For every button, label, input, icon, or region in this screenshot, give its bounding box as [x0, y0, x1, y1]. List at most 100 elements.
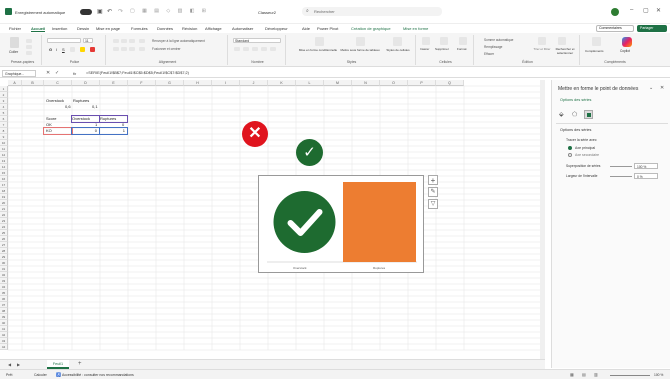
gap-width-input[interactable]: 0 %	[634, 173, 658, 179]
percent-icon[interactable]	[243, 47, 249, 51]
font-name-select[interactable]	[47, 38, 81, 43]
column-header-p[interactable]: P	[408, 80, 436, 86]
primary-axis-radio[interactable]	[568, 146, 572, 150]
orientation-icon[interactable]	[139, 39, 145, 43]
save-icon[interactable]: ▣	[97, 8, 103, 15]
zoom-slider[interactable]	[610, 375, 650, 376]
series-options-icon[interactable]	[584, 110, 593, 119]
quick-access-icons[interactable]: ▢ ▦ ▤ ◇ ▥ ◧ ⊞	[130, 8, 209, 14]
zoom-level[interactable]: 100 %	[654, 373, 663, 377]
copy-icon[interactable]	[26, 45, 32, 49]
paste-icon[interactable]	[10, 37, 19, 48]
copilot-icon[interactable]	[622, 37, 632, 47]
borders-icon[interactable]	[70, 47, 75, 52]
align-bottom-icon[interactable]	[129, 39, 135, 43]
underline-button[interactable]: S	[62, 47, 65, 52]
addins-icon[interactable]	[592, 37, 601, 46]
column-header-c[interactable]: C	[44, 80, 72, 86]
conditional-format-icon[interactable]	[315, 37, 324, 46]
column-header-m[interactable]: M	[324, 80, 352, 86]
chart-elements-button[interactable]: +	[428, 175, 438, 185]
account-avatar[interactable]	[611, 8, 619, 16]
increase-decimal-icon[interactable]	[261, 47, 267, 51]
enter-icon[interactable]: ✓	[55, 70, 59, 76]
share-button[interactable]: Partager	[637, 25, 667, 32]
merge-center-button[interactable]: Fusionner et centrer	[152, 47, 181, 51]
font-color-icon[interactable]	[90, 47, 95, 52]
conditional-format-button[interactable]: Mise en forme conditionnelle	[298, 48, 338, 53]
chart-object[interactable]: Overstock Ruptures	[258, 175, 424, 273]
tab-revision[interactable]: Révision	[182, 26, 197, 31]
format-cells-button[interactable]: Format	[457, 47, 467, 51]
delete-cells-icon[interactable]	[440, 37, 448, 45]
maximize-icon[interactable]: ▢	[643, 7, 649, 14]
wrap-text-button[interactable]: Renvoyer à la ligne automatiquement	[152, 39, 205, 43]
search-box[interactable]: ⌕ Rechercher	[302, 7, 442, 16]
copilot-button[interactable]: Copilot	[620, 49, 630, 53]
number-format-select[interactable]: Standard	[233, 38, 281, 43]
cut-icon[interactable]	[26, 39, 32, 43]
cancel-icon[interactable]: ✕	[46, 70, 50, 76]
redo-icon[interactable]: ↷	[118, 8, 123, 15]
tab-power-pivot[interactable]: Power Pivot	[317, 26, 338, 31]
next-sheet-icon[interactable]: ▶	[17, 362, 20, 367]
align-left-icon[interactable]	[113, 47, 119, 51]
fill-color-icon[interactable]	[80, 47, 85, 52]
column-header-l[interactable]: L	[296, 80, 324, 86]
series-options-heading[interactable]: Options des séries	[560, 128, 591, 132]
find-select-button[interactable]: Rechercher et sélectionner	[552, 47, 578, 55]
column-header-n[interactable]: N	[352, 80, 380, 86]
cell-styles-button[interactable]: Styles de cellules	[382, 48, 414, 53]
tab-automatiser[interactable]: Automatiser	[232, 26, 253, 31]
cell-d2[interactable]: Ruptures	[73, 98, 89, 104]
overstock-check-marker[interactable]	[273, 191, 336, 253]
align-right-icon[interactable]	[129, 47, 135, 51]
red-x-icon[interactable]: ✕	[242, 121, 268, 147]
currency-icon[interactable]	[234, 47, 240, 51]
tab-insertion[interactable]: Insertion	[52, 26, 67, 31]
overlap-input[interactable]: 100 %	[634, 163, 658, 169]
page-break-icon[interactable]: ▥	[594, 372, 598, 377]
cell-d3[interactable]: 0,1	[92, 104, 98, 110]
spreadsheet-grid[interactable]: ABCDEFGHIJKLMNOPQ 1 2 3 4 5 6 7 8 9 10 11 12 13 14 15 1…	[0, 80, 545, 365]
tab-formules[interactable]: Formules	[131, 26, 148, 31]
vertical-scrollbar[interactable]	[540, 80, 545, 360]
tab-fichier[interactable]: Fichier	[9, 26, 21, 31]
format-cells-icon[interactable]	[459, 37, 467, 45]
align-top-icon[interactable]	[113, 39, 119, 43]
comments-button[interactable]: Commentaires	[596, 25, 634, 32]
close-icon[interactable]: ✕	[656, 7, 661, 14]
tab-accueil[interactable]: Accueil	[31, 26, 46, 32]
accessibility-icon[interactable]: ♿	[56, 372, 61, 377]
cell-c3[interactable]: 0,6	[65, 104, 71, 110]
pane-close-icon[interactable]: ✕	[660, 85, 664, 91]
row-header-44[interactable]: 44	[0, 344, 8, 350]
column-header-e[interactable]: E	[100, 80, 128, 86]
addins-button[interactable]: Compléments	[585, 49, 604, 53]
column-header-k[interactable]: K	[268, 80, 296, 86]
sheet-tab-feuil1[interactable]: Feuil1	[47, 360, 69, 369]
column-header-b[interactable]: B	[22, 80, 44, 86]
prev-sheet-icon[interactable]: ◀	[8, 362, 11, 367]
tab-creation-graphique[interactable]: Création de graphique	[351, 26, 391, 31]
cell-b7[interactable]: KO	[43, 127, 73, 135]
bar-ruptures[interactable]	[343, 182, 416, 262]
tab-donnees[interactable]: Données	[157, 26, 173, 31]
insert-function-icon[interactable]: fx	[73, 71, 76, 76]
tab-mise-en-page[interactable]: Mise en page	[96, 26, 120, 31]
paste-label[interactable]: Coller	[9, 50, 18, 54]
column-header-q[interactable]: Q	[436, 80, 464, 86]
green-check-icon[interactable]: ✓	[296, 139, 323, 166]
chart-styles-button[interactable]: ✎	[428, 187, 438, 197]
tab-developpeur[interactable]: Développeur	[265, 26, 288, 31]
column-header-a[interactable]: A	[8, 80, 22, 86]
minimize-icon[interactable]: –	[630, 7, 633, 13]
align-middle-icon[interactable]	[121, 39, 127, 43]
thousands-icon[interactable]	[252, 47, 258, 51]
insert-cells-button[interactable]: Insérer	[420, 47, 429, 51]
tab-dessin[interactable]: Dessin	[77, 26, 89, 31]
fill-line-icon[interactable]: ⬙	[559, 111, 564, 118]
status-accessibility[interactable]: Accessibilité : consulter nos recommanda…	[62, 373, 134, 377]
add-sheet-icon[interactable]: +	[78, 361, 82, 367]
column-header-d[interactable]: D	[72, 80, 100, 86]
